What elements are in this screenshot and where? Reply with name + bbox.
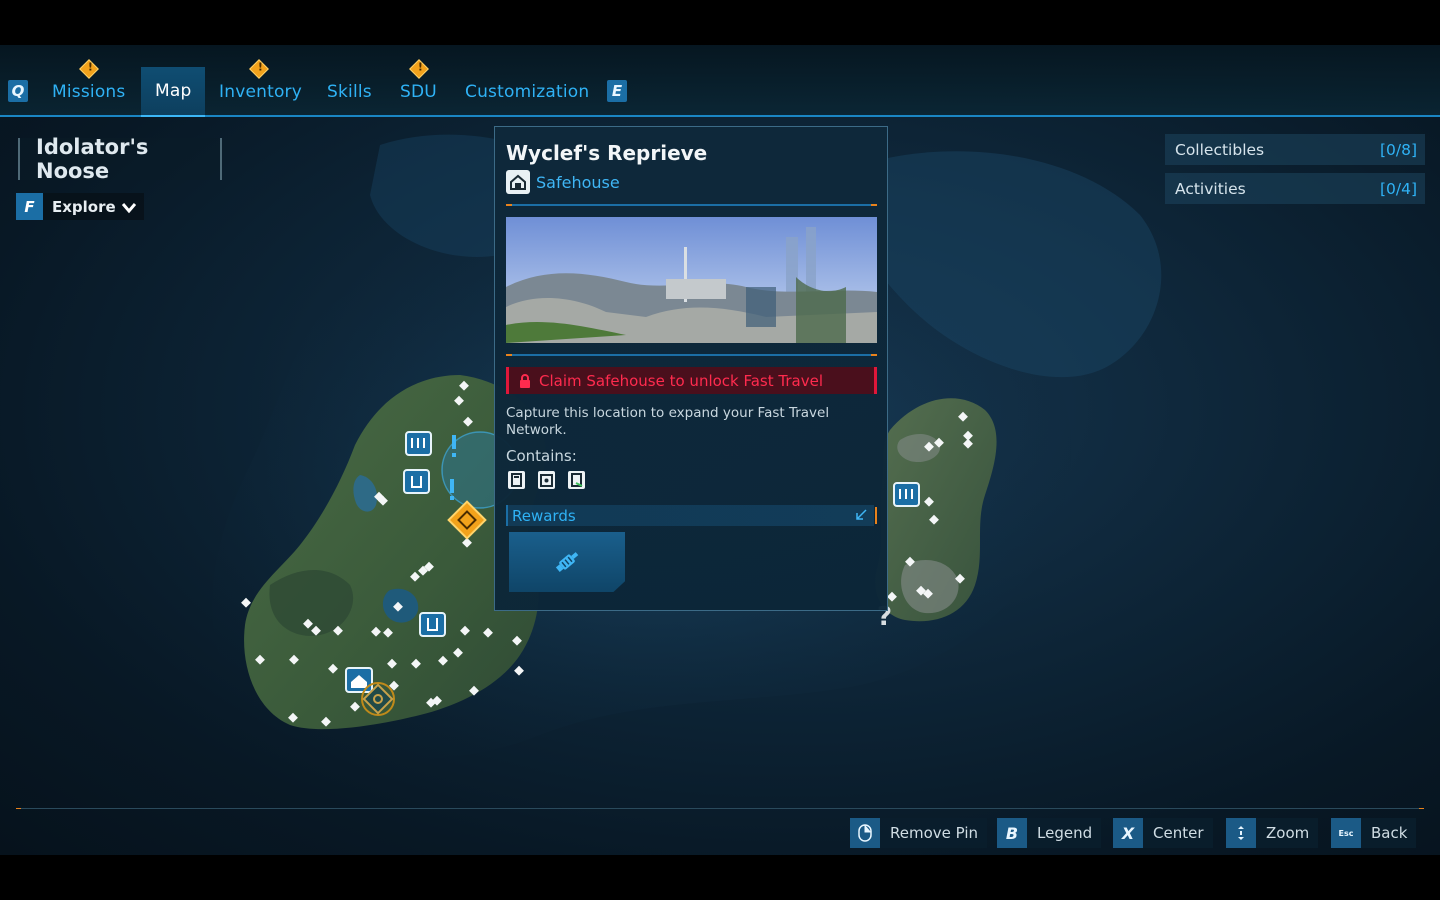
- station-marker-east-icon[interactable]: [893, 482, 920, 507]
- location-preview-image: [506, 217, 877, 343]
- rewards-header: Rewards: [506, 505, 877, 526]
- safehouse-icon: [506, 170, 530, 194]
- safehouse-map-icon[interactable]: [345, 667, 373, 693]
- location-type-label: Safehouse: [536, 172, 620, 192]
- collectibles-tracker[interactable]: Collectibles [0/8]: [1165, 134, 1425, 165]
- legend-key: B: [997, 818, 1027, 848]
- quick-change-icon: [538, 471, 555, 489]
- bottom-divider: [16, 808, 1424, 809]
- health-station-icon: [568, 471, 585, 489]
- mission-objective-icon[interactable]: [447, 500, 487, 540]
- activities-count: [0/4]: [1379, 179, 1417, 198]
- quest-exclaim-icon[interactable]: [450, 435, 456, 500]
- location-description: Capture this location to expand your Fas…: [506, 405, 830, 438]
- syringe-icon: [555, 552, 579, 573]
- zoom-hint[interactable]: Zoom: [1226, 818, 1319, 848]
- zoom-label: Zoom: [1266, 824, 1310, 842]
- location-detail-panel: Wyclef's Reprieve Safehouse Claim Safeho…: [494, 126, 888, 611]
- tab-sdu-label: SDU: [400, 82, 437, 102]
- explore-filter-dropdown[interactable]: F Explore: [16, 193, 144, 220]
- back-label: Back: [1371, 824, 1408, 842]
- lock-icon: [520, 373, 530, 388]
- tab-customization-label: Customization: [465, 82, 590, 102]
- activities-label: Activities: [1175, 179, 1246, 198]
- top-nav-bar: Q Missions ! Map Inventory ! Skills SDU …: [0, 45, 1440, 117]
- remove-pin-hint[interactable]: Remove Pin: [850, 818, 988, 848]
- mouse-wheel-icon: [1226, 818, 1256, 848]
- center-label: Center: [1153, 824, 1204, 842]
- ammo-vendor-icon[interactable]: [403, 469, 430, 494]
- legend-hint[interactable]: B Legend: [997, 818, 1102, 848]
- reward-item-tile[interactable]: [509, 532, 625, 592]
- center-hint[interactable]: X Center: [1113, 818, 1213, 848]
- chevron-down-icon: [121, 202, 136, 213]
- ammo-dispenser-icon: [508, 471, 525, 489]
- map-viewport[interactable]: ? Q Missions ! Map Inventory ! Skills SD…: [0, 45, 1440, 855]
- rewards-label: Rewards: [512, 506, 576, 525]
- tab-inventory-label: Inventory: [219, 82, 302, 102]
- collapse-arrow-icon[interactable]: [854, 508, 868, 522]
- tab-skills-label: Skills: [327, 82, 372, 102]
- letterbox-bottom: [0, 855, 1440, 900]
- letterbox-top: [0, 0, 1440, 45]
- image-divider: [506, 354, 877, 356]
- tab-map-label: Map: [155, 81, 192, 101]
- mouse-right-icon: [850, 818, 880, 848]
- station-marker-icon[interactable]: [405, 431, 432, 456]
- back-hint[interactable]: Esc Back: [1331, 818, 1417, 848]
- activities-tracker[interactable]: Activities [0/4]: [1165, 173, 1425, 204]
- explore-key: F: [16, 193, 43, 220]
- legend-label: Legend: [1037, 824, 1093, 842]
- contains-label: Contains:: [506, 447, 577, 465]
- player-location-icon[interactable]: [361, 682, 395, 716]
- health-vendor-icon[interactable]: [419, 612, 446, 637]
- location-type: Safehouse: [506, 170, 620, 194]
- center-key: X: [1113, 818, 1143, 848]
- esc-key: Esc: [1331, 818, 1361, 848]
- header-divider: [506, 204, 877, 206]
- region-name: Idolator's Noose: [36, 135, 149, 183]
- tab-skills[interactable]: Skills: [313, 67, 386, 117]
- tab-missions-label: Missions: [52, 82, 126, 102]
- claim-text: Claim Safehouse to unlock Fast Travel: [539, 371, 823, 390]
- tab-customization[interactable]: Customization: [451, 67, 603, 117]
- explore-label: Explore: [52, 197, 116, 216]
- remove-pin-label: Remove Pin: [890, 824, 979, 842]
- region-title: Idolator's Noose: [18, 135, 222, 183]
- location-title: Wyclef's Reprieve: [506, 141, 708, 165]
- next-tab-key[interactable]: E: [607, 80, 627, 102]
- claim-safehouse-notice: Claim Safehouse to unlock Fast Travel: [506, 367, 877, 394]
- tab-map[interactable]: Map: [141, 67, 205, 117]
- collectibles-count: [0/8]: [1379, 140, 1417, 159]
- prev-tab-key[interactable]: Q: [8, 80, 28, 102]
- collectibles-label: Collectibles: [1175, 140, 1265, 159]
- contains-icon-list: [508, 471, 585, 489]
